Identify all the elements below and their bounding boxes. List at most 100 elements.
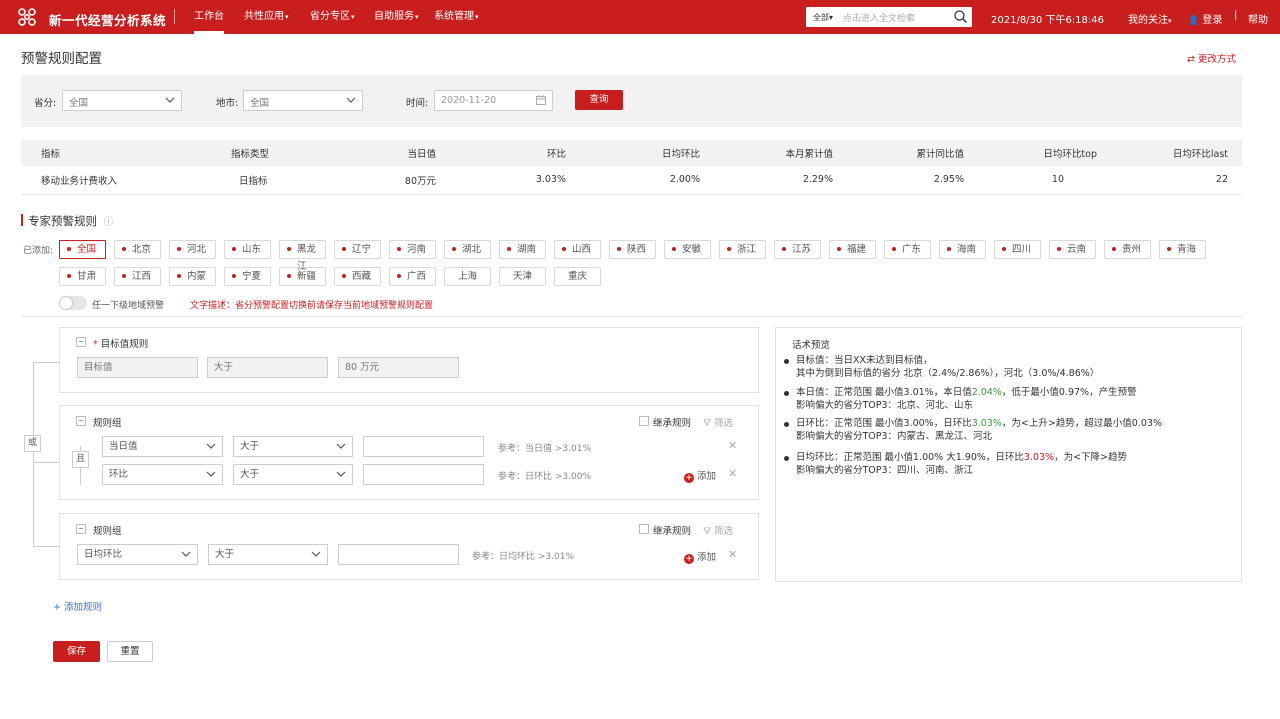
col-header: 指标 <box>21 140 231 166</box>
close-icon[interactable]: ✕ <box>728 467 737 480</box>
region-tag[interactable]: 湖南 <box>499 240 546 259</box>
region-tag[interactable]: 黑龙江 <box>279 240 326 272</box>
and-operator[interactable]: 且 <box>72 451 89 468</box>
region-tag[interactable]: 重庆 <box>554 267 601 286</box>
value-input[interactable] <box>363 436 484 457</box>
inherit-rule-label[interactable]: 继承规则 <box>653 523 691 537</box>
toggle-label: 任一下级地域预警 <box>92 301 165 311</box>
region-tag[interactable]: 河南 <box>389 240 436 259</box>
region-tag[interactable]: 新疆 <box>279 267 326 286</box>
add-rule-link[interactable]: + 添加规则 <box>53 599 102 613</box>
region-tag[interactable]: 安徽 <box>664 240 711 259</box>
region-tag[interactable]: 甘肃 <box>59 267 106 286</box>
region-tag[interactable]: 北京 <box>114 240 161 259</box>
filter-button[interactable]: ⛛ 筛选 <box>703 415 733 429</box>
region-tag[interactable]: 辽宁 <box>334 240 381 259</box>
inherit-rule-label[interactable]: 继承规则 <box>653 415 691 429</box>
calendar-icon[interactable] <box>535 94 547 106</box>
login-link[interactable]: 👤 登录 <box>1188 11 1222 26</box>
field-select[interactable]: 环比 <box>102 464 223 485</box>
chevron-down-icon <box>336 471 346 477</box>
close-icon[interactable]: ✕ <box>728 439 737 452</box>
or-connector-line <box>33 362 59 363</box>
target-value: 80 万元 <box>338 357 459 378</box>
table-cell: 2.95% <box>833 166 964 195</box>
reference-hint: 参考：日均环比 >3.01% <box>472 552 574 562</box>
filter-bar: 省分: 全国 地市: 全国 时间: 2020-11-20 <box>21 75 1242 127</box>
region-tag[interactable]: 广东 <box>884 240 931 259</box>
value-input[interactable] <box>338 544 459 565</box>
rule-group-title: 规则组 <box>93 418 122 429</box>
region-tag[interactable]: 天津 <box>499 267 546 286</box>
add-condition-button[interactable]: + 添加 <box>684 549 716 564</box>
region-tag[interactable]: 陕西 <box>609 240 656 259</box>
table-cell: 移动业务计费收入 <box>21 166 231 195</box>
rule-group-panel: 规则组 继承规则 ⛛ 筛选 日均环比 大于 参考：日均环比 >3.01% + 添加… <box>59 513 759 580</box>
province-select[interactable]: 全国 <box>62 90 182 111</box>
region-tag[interactable]: 江西 <box>114 267 161 286</box>
config-description: 文字描述：省分预警配置切换前请保存当前地域预警规则配置 <box>190 301 434 311</box>
nav-self-service[interactable]: 自助服务▾ <box>374 0 419 34</box>
rule-group-panel: 规则组 继承规则 ⛛ 筛选 且 当日值 大于 参考：当日值 >3.01% ✕ 环… <box>59 405 759 500</box>
region-tag[interactable]: 湖北 <box>444 240 491 259</box>
region-tag[interactable]: 广西 <box>389 267 436 286</box>
region-tag[interactable]: 浙江 <box>719 240 766 259</box>
region-tag[interactable]: 上海 <box>444 267 491 286</box>
inherit-rule-checkbox[interactable] <box>639 524 649 534</box>
chevron-down-icon <box>165 97 175 103</box>
chevron-down-icon <box>206 443 216 449</box>
operator-select[interactable]: 大于 <box>208 544 328 565</box>
search-input[interactable]: 点击进入全文检索 <box>843 11 915 24</box>
nav-workbench[interactable]: 工作台 <box>194 0 224 34</box>
region-tag[interactable]: 贵州 <box>1104 240 1151 259</box>
nav-common-apps[interactable]: 共性应用▾ <box>244 0 289 34</box>
region-tag[interactable]: 云南 <box>1049 240 1096 259</box>
add-condition-button[interactable]: + 添加 <box>684 468 716 483</box>
query-button[interactable]: 查询 <box>575 90 623 110</box>
city-select[interactable]: 全国 <box>243 90 363 111</box>
filter-button[interactable]: ⛛ 筛选 <box>703 523 733 537</box>
preview-item: 本日值：正常范围 最小值3.01%，本日值2.04%，低于最小值0.97%，产生… <box>784 387 1137 411</box>
or-connector-line <box>33 462 59 463</box>
region-tag[interactable]: 宁夏 <box>224 267 271 286</box>
region-tag[interactable]: 全国 <box>59 240 106 259</box>
target-rule-panel: * 目标值规则 目标值 大于 80 万元 <box>59 327 759 393</box>
region-tag[interactable]: 山西 <box>554 240 601 259</box>
my-follow-menu[interactable]: 我的关注▾ <box>1128 11 1172 26</box>
operator-select[interactable]: 大于 <box>233 436 353 457</box>
region-tag[interactable]: 河北 <box>169 240 216 259</box>
nav-system-management[interactable]: 系统管理▾ <box>434 0 479 34</box>
inherit-rule-checkbox[interactable] <box>639 416 649 426</box>
region-tag[interactable]: 四川 <box>994 240 1041 259</box>
field-select[interactable]: 日均环比 <box>77 544 198 565</box>
or-operator[interactable]: 或 <box>24 435 41 452</box>
region-tag[interactable]: 海南 <box>939 240 986 259</box>
reset-button[interactable]: 重置 <box>107 641 153 662</box>
info-icon[interactable]: ⓘ <box>104 217 114 228</box>
divider <box>21 316 1242 317</box>
date-input[interactable]: 2020-11-20 <box>434 90 553 111</box>
region-tag[interactable]: 福建 <box>829 240 876 259</box>
region-tag[interactable]: 青海 <box>1159 240 1206 259</box>
field-select[interactable]: 当日值 <box>102 436 223 457</box>
save-button[interactable]: 保存 <box>53 641 100 662</box>
region-tag[interactable]: 山东 <box>224 240 271 259</box>
collapse-checkbox[interactable] <box>76 524 86 534</box>
global-search[interactable]: 全部▾ 点击进入全文检索 <box>806 7 972 27</box>
region-tag[interactable]: 江苏 <box>774 240 821 259</box>
collapse-checkbox[interactable] <box>76 416 86 426</box>
value-input[interactable] <box>363 464 484 485</box>
subregion-alert-toggle[interactable] <box>59 296 87 310</box>
region-tag[interactable]: 内蒙 <box>169 267 216 286</box>
preview-title: 话术预览 <box>792 340 831 351</box>
province-label: 省分: <box>34 98 57 109</box>
search-scope-select[interactable]: 全部▾ <box>813 12 833 23</box>
region-tag[interactable]: 西藏 <box>334 267 381 286</box>
close-icon[interactable]: ✕ <box>728 548 737 561</box>
change-mode-link[interactable]: ⇄ 更改方式 <box>1187 51 1236 65</box>
search-icon[interactable] <box>953 9 968 24</box>
nav-province-zone[interactable]: 省分专区▾ <box>310 0 355 34</box>
collapse-checkbox[interactable] <box>76 337 86 347</box>
operator-select[interactable]: 大于 <box>233 464 353 485</box>
help-link[interactable]: 帮助 <box>1248 11 1268 26</box>
